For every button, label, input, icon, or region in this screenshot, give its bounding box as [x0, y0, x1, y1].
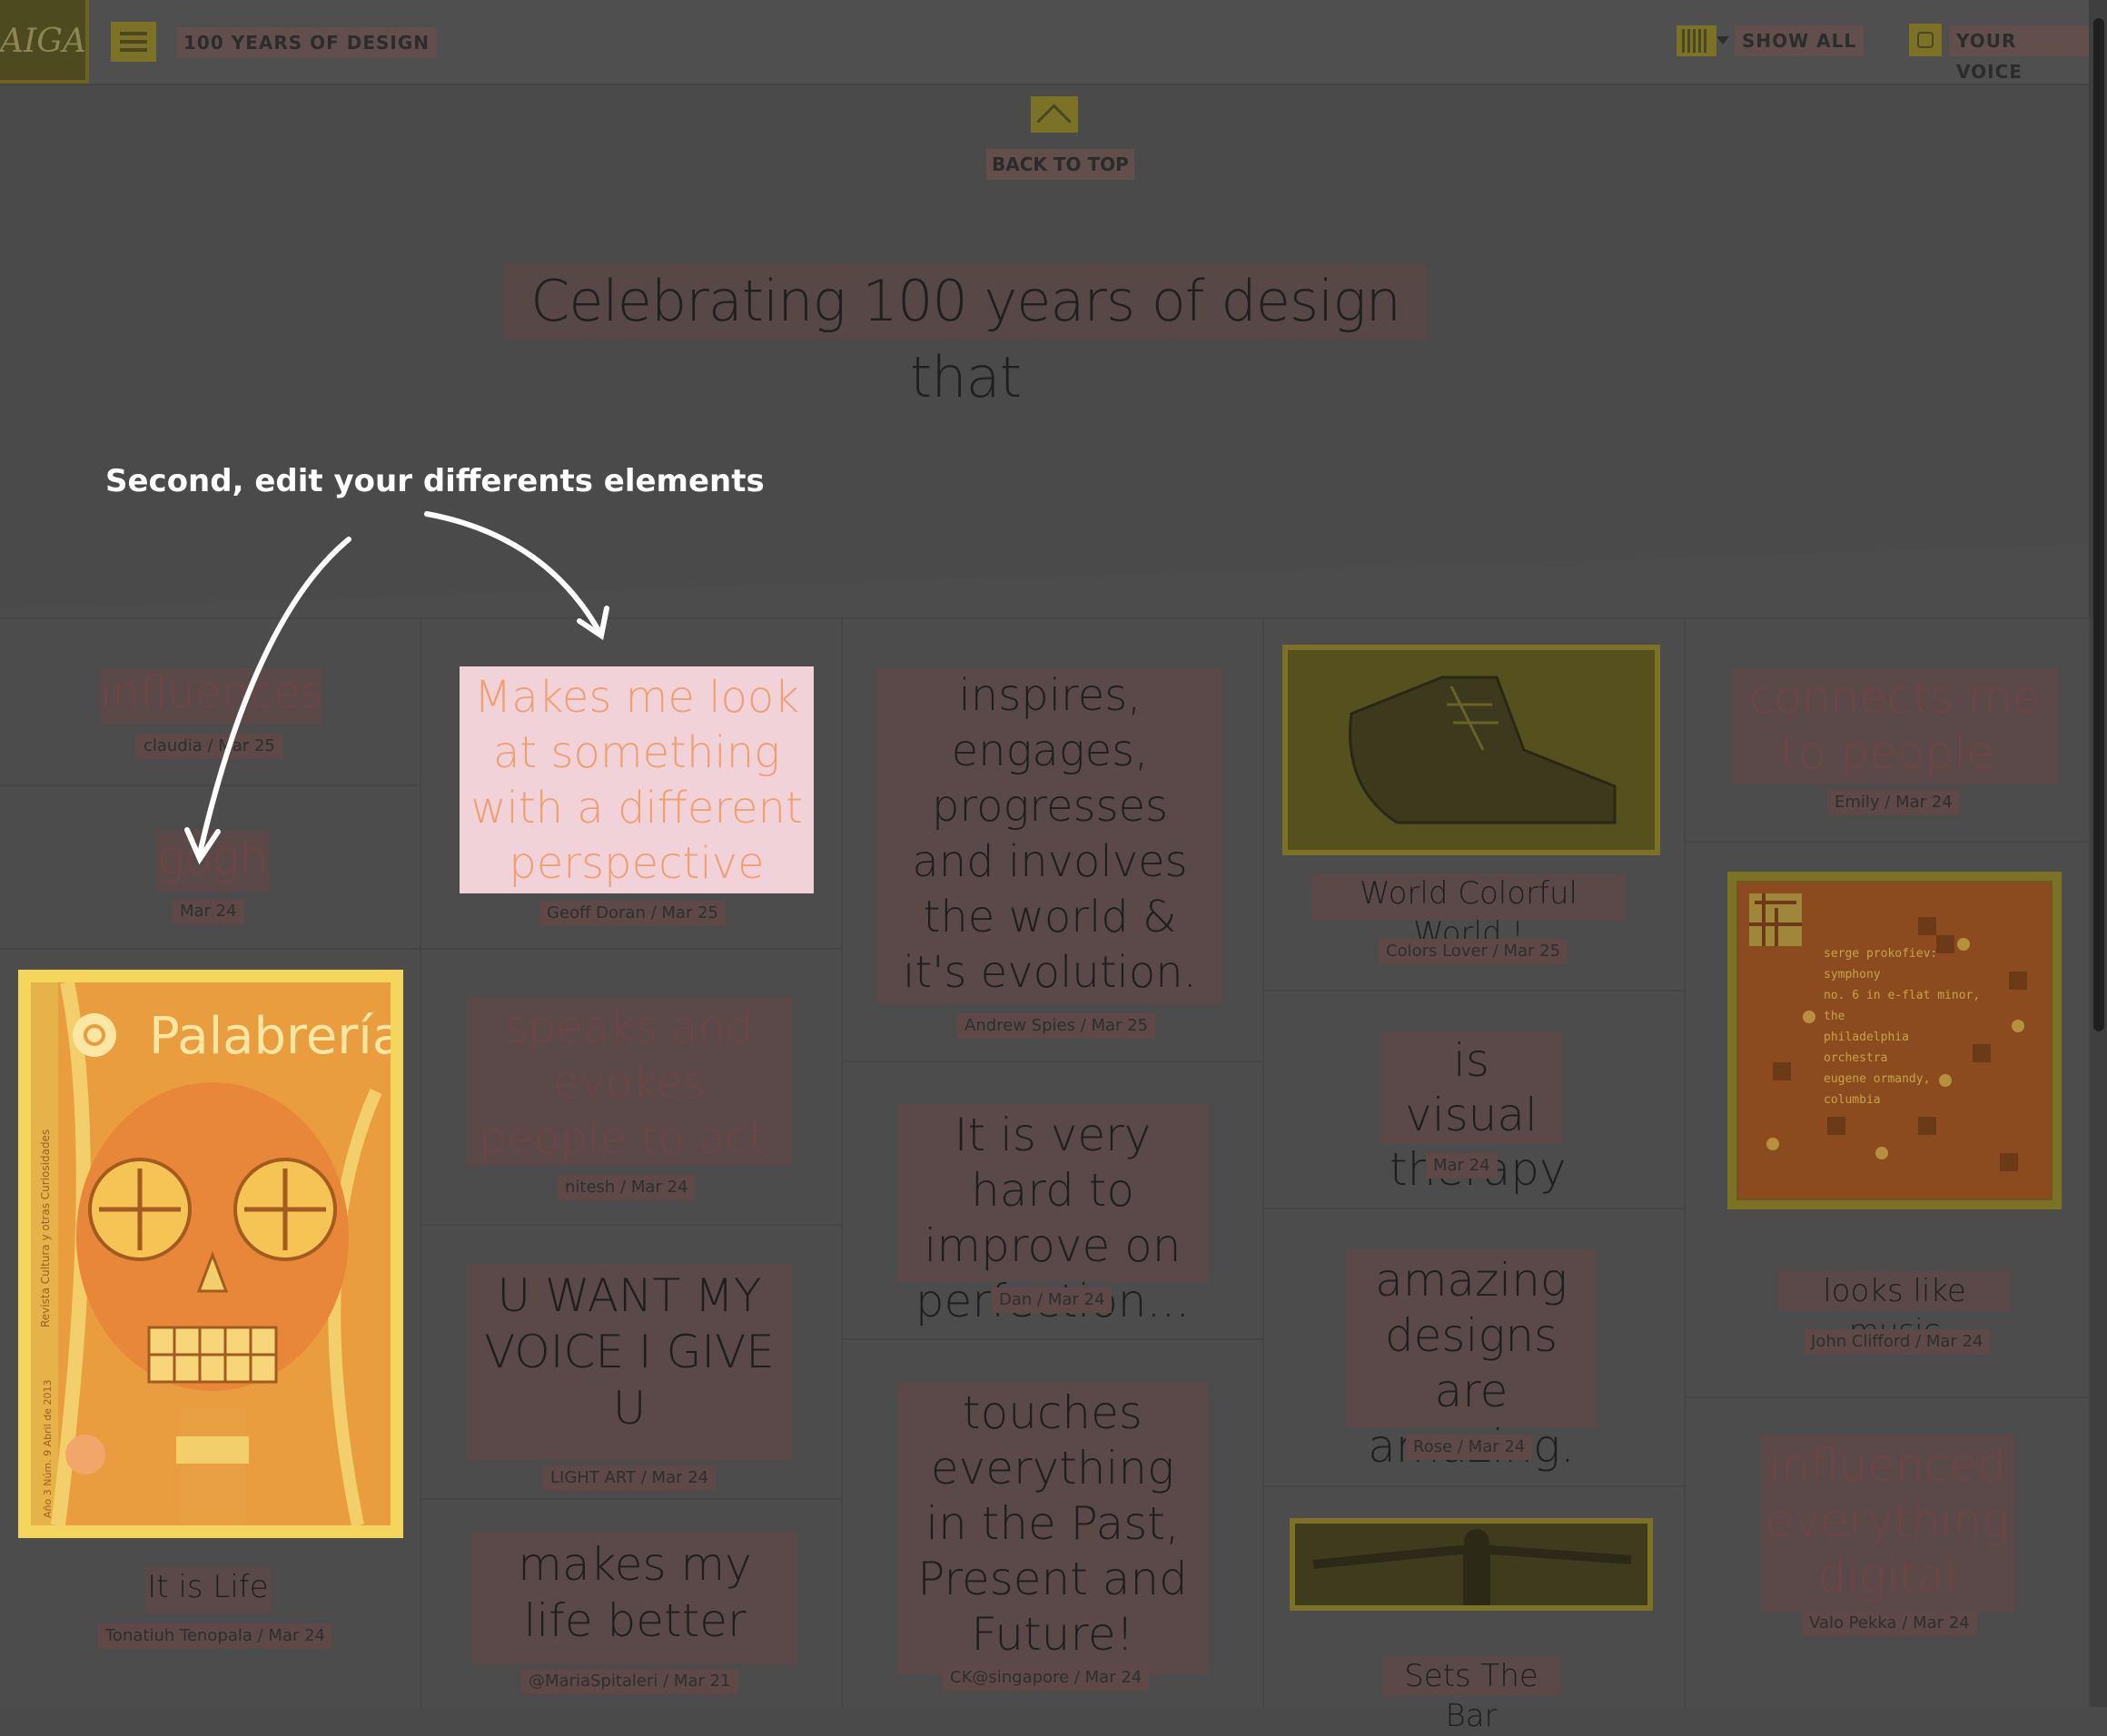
athlete-image [1295, 1524, 1647, 1605]
card[interactable]: connects me to people. Emily / Mar 24 [1686, 617, 2089, 843]
card-author[interactable]: LIGHT ART / Mar 24 [543, 1465, 717, 1491]
card-author[interactable]: Andrew Spies / Mar 25 [957, 1013, 1156, 1039]
top-bar: AIGA 100 YEARS OF DESIGN SHOW ALL YOUR V… [0, 0, 2089, 85]
boot-image [1288, 650, 1655, 850]
card-author[interactable]: Rose / Mar 24 [1406, 1435, 1533, 1460]
album-cover-image: serge prokofiev: symphony no. 6 in e-fla… [1735, 879, 2054, 1202]
card[interactable]: speaks and evokes people to act. nitesh … [421, 948, 841, 1226]
scrollbar[interactable] [2089, 0, 2107, 1707]
section-divider [0, 545, 2089, 636]
column-4: World Colorful World ! Colors Lover / Ma… [1264, 617, 1686, 1734]
card[interactable]: inspires, engages, progresses and involv… [843, 617, 1262, 1062]
card-quote: is visual therapy [1380, 1031, 1567, 1196]
card-quote: makes my life better [472, 1533, 797, 1663]
your-voice-icon[interactable] [1909, 24, 1942, 56]
card-quote: It is very hard to improve on perfection… [897, 1104, 1208, 1327]
hero-heading: Celebrating 100 years of design that [504, 263, 1427, 410]
card-author[interactable]: @MariaSpitaleri / Mar 21 [521, 1669, 738, 1694]
skull-illustration: Palabrería Revista Cultura y otras Curio… [31, 981, 403, 1527]
card[interactable]: serge prokofiev: symphony no. 6 in e-fla… [1686, 841, 2089, 1398]
hamburger-menu-icon[interactable] [111, 22, 156, 62]
card-author[interactable]: claudia / Mar 25 [136, 734, 282, 759]
card[interactable]: World Colorful World ! Colors Lover / Ma… [1264, 617, 1684, 991]
site-title[interactable]: 100 YEARS OF DESIGN [176, 27, 437, 58]
card-quote: influences [100, 668, 322, 725]
card-author[interactable]: Emily / Mar 24 [1827, 790, 1960, 815]
card-image[interactable]: serge prokofiev: symphony no. 6 in e-fla… [1727, 872, 2062, 1209]
card[interactable]: amazing designs are amazing. Rose / Mar … [1264, 1208, 1684, 1487]
chevron-down-icon[interactable] [1716, 36, 1729, 44]
card[interactable]: U WANT MY VOICE I GIVE U LIGHT ART / Mar… [421, 1224, 841, 1500]
card[interactable]: Palabrería Revista Cultura y otras Curio… [0, 948, 420, 1649]
card-quote: looks like music [1778, 1271, 2011, 1349]
card-author[interactable]: nitesh / Mar 24 [558, 1175, 696, 1200]
card-author[interactable]: Valo Pekka / Mar 24 [1802, 1611, 1977, 1636]
chevron-up-icon[interactable] [1031, 96, 1078, 133]
card-author[interactable]: Mar 24 [1426, 1153, 1498, 1179]
card-author[interactable]: Geoff Doran / Mar 25 [539, 901, 726, 926]
card[interactable]: makes my life better @MariaSpitaleri / M… [421, 1498, 841, 1711]
svg-text:Revista Cultura y otras Curios: Revista Cultura y otras Curiosidades [39, 1129, 52, 1327]
tutorial-caption: Second, edit your differents elements [105, 463, 765, 499]
card-quote: U WANT MY VOICE I GIVE U [467, 1264, 792, 1460]
card[interactable]: influences claudia / Mar 25 [0, 617, 420, 786]
card[interactable]: gogh Mar 24 [0, 784, 420, 950]
card-quote: connects me to people. [1731, 668, 2058, 784]
aiga-logo[interactable]: AIGA [0, 0, 89, 84]
your-voice-button[interactable]: YOUR VOICE [1949, 25, 2089, 83]
view-grid-icon[interactable] [1677, 25, 1716, 56]
card-author[interactable]: Dan / Mar 24 [992, 1287, 1113, 1313]
card-author[interactable]: CK@singapore / Mar 24 [943, 1665, 1150, 1691]
card[interactable]: Sets The Bar [1264, 1485, 1684, 1734]
svg-text:Año 3 Núm. 9 Abril de 2013: Año 3 Núm. 9 Abril de 2013 [42, 1379, 54, 1518]
card-quote: speaks and evokes people to act. [467, 997, 792, 1166]
card[interactable]: Makes me look at something with a differ… [421, 617, 841, 950]
card-quote: World Colorful World ! [1311, 873, 1626, 952]
card-author[interactable]: Mar 24 [173, 899, 244, 924]
card[interactable]: is visual therapy Mar 24 [1264, 990, 1684, 1209]
card[interactable]: It is very hard to improve on perfection… [843, 1060, 1262, 1340]
back-to-top-button[interactable]: BACK TO TOP [986, 149, 1134, 180]
scrollbar-thumb[interactable] [2093, 18, 2104, 1031]
card-image[interactable]: Palabrería Revista Cultura y otras Curio… [18, 970, 403, 1538]
svg-text:Palabrería: Palabrería [149, 1007, 391, 1066]
card-quote: touches everything in the Past, Present … [897, 1382, 1208, 1674]
card[interactable]: influenced everything digital Valo Pekka… [1686, 1396, 2089, 1711]
card-author[interactable]: John Clifford / Mar 24 [1804, 1329, 1991, 1355]
column-2: Makes me look at something with a differ… [421, 617, 843, 1707]
card-quote: It is Life [145, 1567, 271, 1614]
card-author[interactable]: Tonatiuh Tenopala / Mar 24 [98, 1623, 332, 1649]
card-image[interactable] [1290, 1518, 1653, 1611]
card-quote: Sets The Bar [1382, 1656, 1560, 1734]
card-quote: inspires, engages, progresses and involv… [877, 668, 1222, 1004]
column-5: connects me to people. Emily / Mar 24 se… [1686, 617, 2091, 1707]
show-all-button[interactable]: SHOW ALL [1735, 25, 1865, 56]
card-image[interactable] [1282, 645, 1660, 855]
card-quote: gogh [156, 830, 269, 892]
column-1: influences claudia / Mar 25 gogh Mar 24 [0, 617, 421, 1707]
card-author[interactable]: Colors Lover / Mar 25 [1379, 939, 1568, 964]
column-3: inspires, engages, progresses and involv… [843, 617, 1264, 1707]
card-quote-selected[interactable]: Makes me look at something with a differ… [460, 666, 814, 893]
card-quote: influenced everything digital [1760, 1435, 2014, 1613]
card-quote: amazing designs are amazing. [1346, 1249, 1597, 1473]
card[interactable]: touches everything in the Past, Present … [843, 1338, 1262, 1711]
